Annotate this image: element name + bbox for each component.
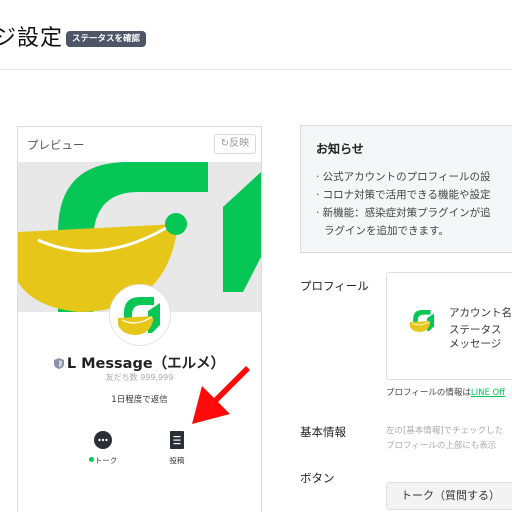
- chat-bubble-icon: [94, 431, 112, 449]
- basic-info-label: 基本情報: [300, 425, 346, 439]
- button-section-label: ボタン: [300, 471, 335, 485]
- profile-avatar: [109, 284, 171, 346]
- red-arrow-icon: [192, 360, 250, 424]
- shield-icon: [53, 358, 64, 369]
- notice-item[interactable]: · コロナ対策で活用できる機能や設定: [316, 186, 512, 204]
- card-status: ステータス: [449, 324, 502, 336]
- notice-list: · 公式アカウントのプロフィールの設 · コロナ対策で活用できる機能や設定 · …: [316, 168, 512, 240]
- preview-header: プレビュー ↻反映: [18, 127, 261, 162]
- notice-box: お知らせ · 公式アカウントのプロフィールの設 · コロナ対策で活用できる機能や…: [300, 125, 512, 253]
- line-official-link[interactable]: LINE Off: [471, 388, 505, 398]
- profile-section-label: プロフィール: [300, 279, 369, 293]
- preview-title: プレビュー: [27, 138, 85, 152]
- post-icon: [170, 431, 184, 449]
- page-title: ジ設定: [0, 26, 64, 51]
- post-action[interactable]: 投稿: [152, 431, 202, 466]
- reflect-button[interactable]: ↻反映: [214, 134, 256, 154]
- notice-title: お知らせ: [316, 142, 364, 156]
- card-message: メッセージ: [449, 338, 502, 350]
- status-badge[interactable]: ステータスを確認: [66, 31, 147, 47]
- talk-button-setting[interactable]: トーク（質問する）: [386, 482, 512, 510]
- lmessage-logo-icon: [118, 297, 160, 335]
- card-account-name: アカウント名: [449, 307, 512, 319]
- page-header: ジ設定 ステータスを確認: [0, 0, 512, 70]
- profile-note: プロフィールの情報はLINE Off: [386, 388, 506, 398]
- basic-info-hint: 左の[基本情報]でチェックした プロフィールの上部にも表示: [386, 426, 504, 451]
- online-dot-icon: [88, 457, 94, 462]
- notice-item[interactable]: · 新機能：感染症対策プラグインが追: [316, 204, 512, 222]
- notice-item[interactable]: · 公式アカウントのプロフィールの設: [316, 168, 512, 186]
- notice-item-continuation: ラグインを追加できます。: [324, 225, 449, 237]
- talk-action-label: トーク: [78, 455, 128, 466]
- post-action-label: 投稿: [169, 456, 185, 465]
- lmessage-logo-icon: [409, 309, 435, 333]
- profile-card: アカウント名 ステータス メッセージ: [386, 272, 512, 380]
- talk-action[interactable]: トーク: [78, 431, 128, 466]
- preview-panel: プレビュー ↻反映 L Message（エルメ） 友だち数 999,999 1日…: [17, 126, 262, 512]
